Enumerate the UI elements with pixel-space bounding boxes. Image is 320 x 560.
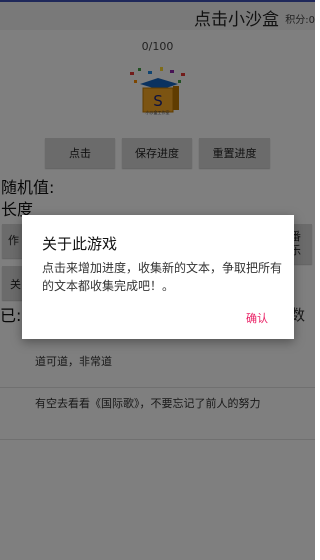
about-dialog: 关于此游戏 点击来增加进度，收集新的文本，争取把所有的文本都收集完成吧！。 确认	[22, 215, 294, 339]
dialog-message: 点击来增加进度，收集新的文本，争取把所有的文本都收集完成吧！。	[42, 261, 283, 293]
confirm-button[interactable]: 确认	[246, 310, 268, 326]
dialog-title: 关于此游戏	[42, 235, 118, 253]
